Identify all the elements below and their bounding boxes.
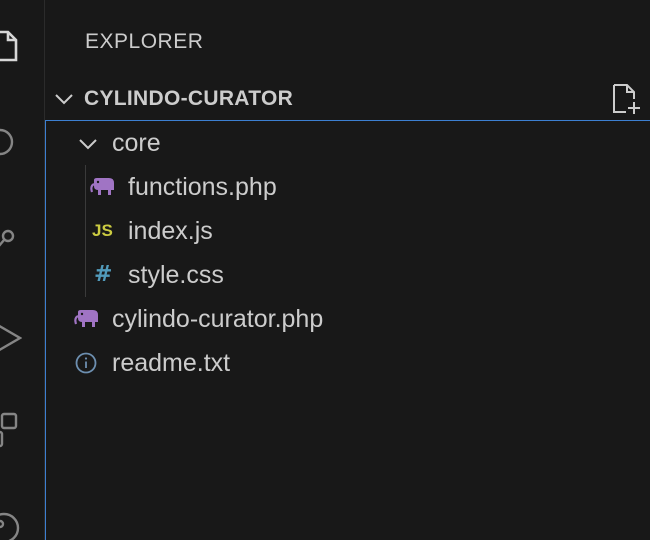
tree-label: functions.php xyxy=(128,173,277,201)
php-elephant-icon xyxy=(74,308,100,330)
tree-file-cylindo-curator-php[interactable]: cylindo-curator.php xyxy=(46,297,650,341)
php-elephant-icon xyxy=(90,176,116,198)
chevron-down-icon xyxy=(76,134,102,156)
new-file-button[interactable] xyxy=(610,82,642,116)
explorer-sidebar: EXPLORER CYLINDO-CURATOR core functions.… xyxy=(45,0,650,540)
tree-file-index-js[interactable]: JS index.js xyxy=(46,209,650,253)
file-tree: core functions.php JS index.js # style.c… xyxy=(45,120,650,540)
workspace-folder-name: CYLINDO-CURATOR xyxy=(84,87,294,110)
tree-label: style.css xyxy=(128,261,224,289)
js-icon: JS xyxy=(92,221,113,240)
files-icon[interactable] xyxy=(0,28,22,64)
tree-folder-core[interactable]: core xyxy=(46,121,650,165)
remote-icon[interactable] xyxy=(0,508,22,540)
css-hash-icon: # xyxy=(94,262,113,287)
tree-file-functions-php[interactable]: functions.php xyxy=(46,165,650,209)
workspace-folder-header[interactable]: CYLINDO-CURATOR xyxy=(45,80,650,118)
search-icon[interactable] xyxy=(0,124,22,160)
tree-label: core xyxy=(112,129,161,157)
chevron-down-icon xyxy=(53,90,75,108)
explorer-title: EXPLORER xyxy=(85,30,204,53)
activity-bar xyxy=(0,0,45,540)
tree-label: cylindo-curator.php xyxy=(112,305,324,333)
info-icon xyxy=(74,352,100,374)
tree-label: index.js xyxy=(128,217,213,245)
new-file-icon xyxy=(610,82,642,116)
tree-label: readme.txt xyxy=(112,349,231,377)
source-control-icon[interactable] xyxy=(0,222,22,258)
tree-file-readme-txt[interactable]: readme.txt xyxy=(46,341,650,385)
tree-file-style-css[interactable]: # style.css xyxy=(46,253,650,297)
run-debug-icon[interactable] xyxy=(0,320,22,356)
extensions-icon[interactable] xyxy=(0,412,22,448)
